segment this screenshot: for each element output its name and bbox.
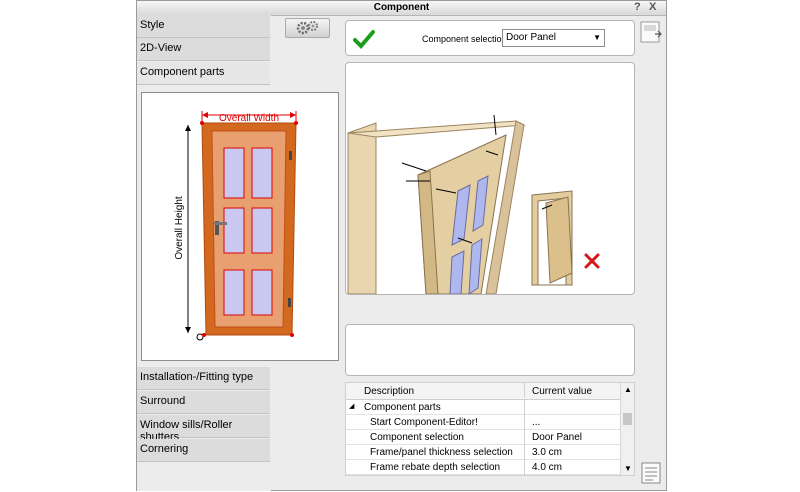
component-selection-value: Door Panel [506, 32, 557, 43]
nav-surround[interactable]: Surround [137, 391, 270, 414]
table-row[interactable]: Start Component-Editor! ... [346, 415, 622, 430]
table-row[interactable]: Frame/panel thickness selection 3.0 cm [346, 445, 622, 460]
left-panel: Style 2D-View Component parts Overall Wi… [137, 15, 339, 491]
nav-window-sills[interactable]: Window sills/Roller shutters [137, 415, 270, 443]
door-drawing: Overall Width Overall Height [174, 111, 298, 341]
glass-pane-4 [251, 207, 273, 254]
glass-pane-3 [223, 207, 245, 254]
table-header: Description Current value [346, 383, 622, 400]
nav-cornering[interactable]: Cornering [137, 439, 270, 462]
glass-pane-2 [251, 147, 273, 199]
overall-height-label: Overall Height [174, 196, 185, 260]
notes-icon[interactable] [640, 461, 662, 485]
glass-pane-1 [223, 147, 245, 199]
chevron-down-icon: ▼ [593, 33, 601, 42]
glass-pane-6 [251, 269, 273, 316]
component-selection-dropdown[interactable]: Door Panel ▼ [502, 29, 605, 47]
settings-button[interactable] [285, 18, 330, 38]
nav-installation[interactable]: Installation-/Fitting type [137, 367, 270, 390]
door-3d-drawing [347, 114, 600, 294]
scroll-up-icon[interactable]: ▲ [624, 385, 632, 394]
header-current-value: Current value [532, 386, 593, 397]
component-dialog: Component ? X Style 2D-View Component pa… [136, 0, 667, 491]
header-description: Description [364, 386, 415, 397]
help-button[interactable]: ? [634, 1, 641, 13]
description-box [345, 324, 635, 376]
close-button[interactable]: X [649, 1, 656, 13]
door-2d-preview: Overall Width Overall Height [141, 92, 339, 361]
property-table: Description Current value ◢ Component pa… [345, 382, 635, 476]
glass-pane-5 [223, 269, 245, 316]
overall-width-label: Overall Width [219, 113, 279, 124]
component-selection-bar: Component selection: Door Panel ▼ [345, 20, 635, 56]
nav-style[interactable]: Style [137, 15, 270, 38]
table-row[interactable]: Frame rebate depth selection 4.0 cm [346, 460, 622, 475]
red-x-icon[interactable] [584, 253, 600, 269]
table-row[interactable]: Component selection Door Panel [346, 430, 622, 445]
nav-2d-view[interactable]: 2D-View [137, 38, 270, 61]
door-leaf-shape [211, 130, 287, 328]
table-scrollbar[interactable]: ▲ ▼ [620, 383, 634, 475]
gear-icon [296, 21, 318, 35]
panel-toggle-icon[interactable] [639, 20, 663, 44]
nav-component-parts[interactable]: Component parts [137, 62, 270, 85]
collapse-tree-icon[interactable]: ◢ [349, 402, 354, 410]
table-row[interactable]: ◢ Component parts [346, 400, 622, 415]
door-3d-view [345, 62, 635, 295]
scroll-down-icon[interactable]: ▼ [624, 464, 632, 473]
scroll-thumb[interactable] [623, 413, 632, 425]
component-selection-label: Component selection: [422, 34, 510, 44]
checkmark-icon[interactable] [353, 29, 375, 49]
window-title: Component [373, 2, 430, 13]
title-bar: Component ? X [137, 1, 666, 16]
